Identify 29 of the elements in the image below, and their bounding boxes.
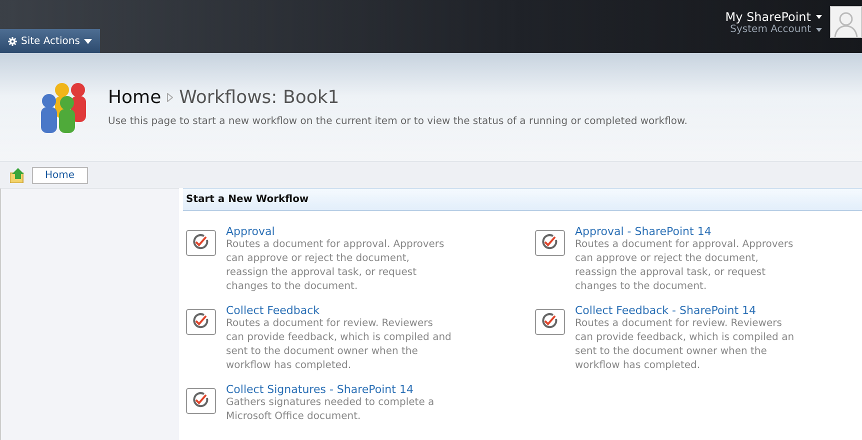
caret-icon (84, 38, 92, 44)
breadcrumb-item[interactable]: Home (108, 87, 162, 108)
workflow-link[interactable]: Collect Signatures - SharePoint 14 (226, 383, 434, 396)
workflow-description: Routes a document for approval. Approvers can approve or reject the document, reassign the approval task, or request changes to the document. (575, 238, 794, 294)
breadcrumb-item: Workflows: Book1 (179, 87, 340, 108)
workflow-link[interactable]: Approval - SharePoint 14 (575, 225, 794, 238)
account-menu[interactable]: System Account (730, 24, 811, 36)
caret-icon (816, 15, 822, 19)
folder-up-icon[interactable] (10, 168, 26, 182)
breadcrumb-separator-icon (167, 93, 174, 102)
workflow-description: Routes a document for review. Reviewers can provide feedback, which is compiled an sent to the document owner when the workflow has completed. (575, 317, 794, 373)
workflow-icon[interactable] (186, 309, 216, 335)
my-sharepoint-link[interactable]: My SharePoint (725, 10, 811, 24)
workflow-description: Routes a document for review. Reviewers can provide feedback, which is compiled and sent to the document owner when the workflow has completed. (226, 317, 452, 373)
site-actions-menu[interactable]: Site Actions (0, 29, 100, 53)
home-link[interactable]: Home (32, 166, 88, 184)
workflow-link[interactable]: Collect Feedback - SharePoint 14 (575, 304, 794, 317)
workflow-link[interactable]: Approval (226, 225, 444, 238)
workflow-description: Gathers signatures needed to complete a Microsoft Office document. (226, 396, 434, 424)
page-description: Use this page to start a new workflow on the current item or to view the status of a running or completed workflow. (108, 116, 688, 127)
section-header: Start a New Workflow (183, 188, 862, 211)
workflow-icon[interactable] (535, 230, 565, 256)
workflow-icon[interactable] (186, 230, 216, 256)
workflow-link[interactable]: Collect Feedback (226, 304, 452, 317)
caret-icon (816, 28, 822, 32)
workflow-icon[interactable] (535, 309, 565, 335)
gear-icon (8, 36, 17, 46)
workflow-icon[interactable] (186, 388, 216, 414)
workflow-description: Routes a document for approval. Approvers can approve or reject the document, reassign the approval task, or request changes to the document. (226, 238, 444, 294)
